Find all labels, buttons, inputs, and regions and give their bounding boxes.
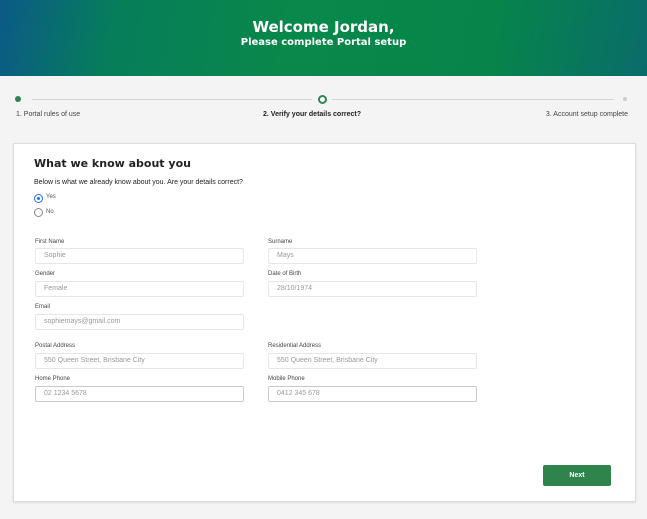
- step-connector: [32, 99, 312, 100]
- step-1-label: 1. Portal rules of use: [16, 111, 81, 118]
- postal-address-label: Postal Address: [35, 343, 76, 349]
- surname-field[interactable]: Mays: [268, 248, 477, 264]
- surname-label: Surname: [268, 239, 293, 245]
- step-upcoming-icon: [623, 97, 627, 101]
- first-name-label: First Name: [35, 239, 65, 245]
- gender-label: Gender: [35, 271, 56, 277]
- first-name-field[interactable]: Sophie: [35, 248, 244, 264]
- email-field[interactable]: sophiemays@gmail.com: [35, 314, 244, 330]
- step-connector: [332, 99, 614, 100]
- details-card: What we know about you Below is what we …: [13, 143, 636, 502]
- next-button[interactable]: Next: [543, 465, 611, 486]
- step-2-label: 2. Verify your details correct?: [263, 111, 362, 118]
- dob-field[interactable]: 28/10/1974: [268, 281, 477, 297]
- dob-label: Date of Birth: [268, 271, 302, 277]
- radio-no-label[interactable]: No: [46, 209, 54, 215]
- home-phone-field[interactable]: 02 1234 5678: [35, 386, 244, 402]
- step-complete-check-icon: [15, 96, 21, 102]
- welcome-title: Welcome Jordan,: [252, 18, 395, 36]
- welcome-subtitle: Please complete Portal setup: [240, 37, 407, 48]
- step-3-label: 3. Account setup complete: [545, 111, 628, 118]
- postal-address-field[interactable]: 550 Queen Street, Brisbane City: [35, 353, 244, 369]
- home-phone-label: Home Phone: [35, 376, 71, 382]
- mobile-phone-label: Mobile Phone: [268, 376, 305, 382]
- question-text: Below is what we already know about you.…: [34, 179, 243, 186]
- gender-field[interactable]: Female: [35, 281, 244, 297]
- radio-no[interactable]: [34, 208, 43, 217]
- step-current-icon: [318, 95, 327, 104]
- radio-yes[interactable]: [34, 194, 43, 203]
- welcome-banner: Welcome Jordan, Please complete Portal s…: [0, 0, 647, 76]
- residential-address-label: Residential Address: [268, 343, 322, 349]
- card-title: What we know about you: [34, 157, 191, 170]
- mobile-phone-field[interactable]: 0412 345 678: [268, 386, 477, 402]
- email-label: Email: [35, 304, 51, 310]
- residential-address-field[interactable]: 550 Queen Street, Brisbane City: [268, 353, 477, 369]
- radio-yes-label[interactable]: Yes: [46, 194, 56, 200]
